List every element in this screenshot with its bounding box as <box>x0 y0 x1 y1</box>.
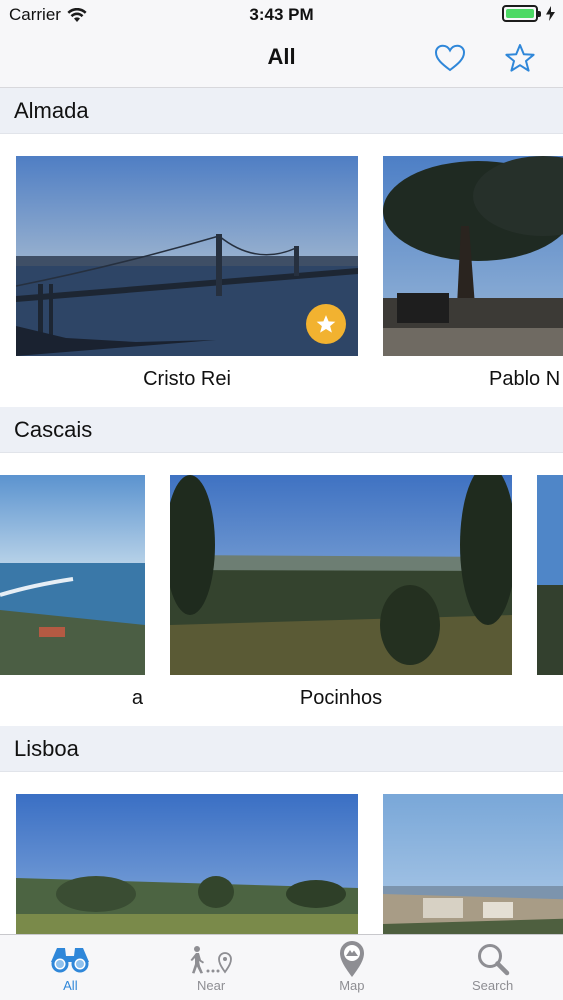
place-card-pablo-n[interactable]: Pablo N <box>383 156 563 391</box>
star-outline-icon <box>505 44 535 72</box>
favorite-badge <box>306 304 346 344</box>
binoculars-icon <box>48 941 92 977</box>
tab-label: Map <box>339 978 365 993</box>
star-filled-icon <box>316 315 336 333</box>
tab-search[interactable]: Search <box>422 935 563 1000</box>
map-pin-icon <box>330 941 374 977</box>
place-photo[interactable] <box>383 794 563 934</box>
place-name: Cristo Rei <box>143 368 231 390</box>
place-card-partial[interactable]: a <box>0 475 145 710</box>
battery-indicator <box>502 5 555 22</box>
place-list[interactable]: Almada Cristo Rei Pablo N Cascais a Poci… <box>0 88 563 934</box>
tab-label: All <box>63 978 78 993</box>
place-photo[interactable] <box>0 475 145 675</box>
page-title: All <box>267 44 296 69</box>
place-photo[interactable] <box>170 475 512 675</box>
tab-label: Search <box>472 978 514 993</box>
carousel[interactable]: Cristo Rei Pablo N <box>0 134 563 407</box>
section-header: Cascais <box>0 407 563 453</box>
carousel[interactable]: a Pocinhos <box>0 453 563 726</box>
place-name: a <box>131 687 143 709</box>
place-photo[interactable] <box>537 475 563 675</box>
clock: 3:43 PM <box>249 5 314 24</box>
place-name: Pocinhos <box>299 687 383 709</box>
place-card-cristo-rei[interactable]: Cristo Rei <box>16 156 358 391</box>
walking-pin-icon <box>189 941 233 977</box>
section-lisboa: Lisboa <box>0 726 563 934</box>
heart-outline-icon <box>434 44 466 72</box>
charging-bolt-icon <box>546 6 555 21</box>
navigation-bar: All <box>0 30 563 88</box>
magnifier-icon <box>471 941 515 977</box>
place-name: Pablo N <box>489 368 561 390</box>
place-card-partial[interactable] <box>537 475 563 675</box>
place-photo[interactable] <box>383 156 563 356</box>
tab-bar: All Near Map Search <box>0 934 563 1000</box>
place-photo[interactable] <box>16 794 358 934</box>
tab-map[interactable]: Map <box>282 935 423 1000</box>
starred-button[interactable] <box>502 40 538 76</box>
favorites-button[interactable] <box>432 40 468 76</box>
section-header: Lisboa <box>0 726 563 772</box>
section-header: Almada <box>0 88 563 134</box>
status-bar: Carrier 3:43 PM <box>0 0 563 30</box>
battery-icon <box>502 5 541 22</box>
section-cascais: Cascais a Pocinhos <box>0 407 563 726</box>
place-card-pocinhos[interactable]: Pocinhos <box>170 475 512 710</box>
tab-label: Near <box>197 978 226 993</box>
carousel[interactable] <box>0 772 563 934</box>
place-card[interactable] <box>383 794 563 934</box>
tab-all[interactable]: All <box>0 935 141 1000</box>
place-card[interactable] <box>16 794 358 934</box>
place-photo[interactable] <box>16 156 358 356</box>
section-almada: Almada Cristo Rei Pablo N <box>0 88 563 407</box>
tab-near[interactable]: Near <box>141 935 282 1000</box>
